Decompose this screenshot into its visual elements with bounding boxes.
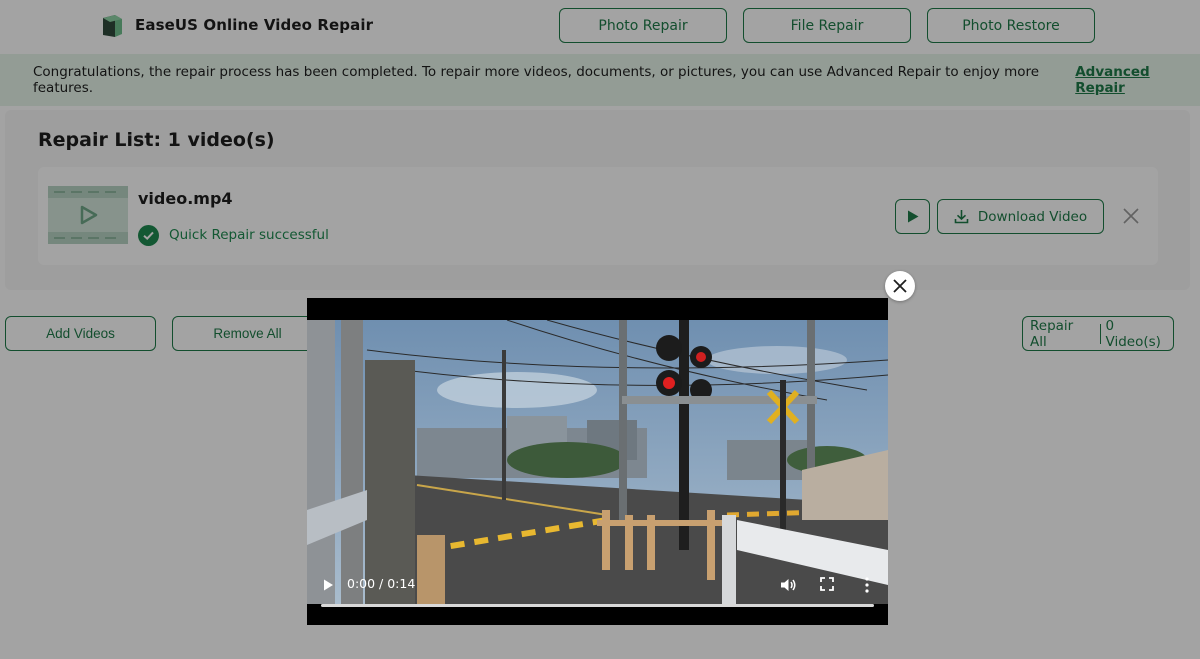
- play-icon[interactable]: [321, 578, 335, 592]
- close-modal-button[interactable]: [885, 271, 915, 301]
- more-vertical-icon[interactable]: [863, 576, 871, 594]
- video-frame[interactable]: [307, 320, 888, 604]
- close-icon: [893, 279, 907, 293]
- volume-icon[interactable]: [779, 576, 797, 594]
- fullscreen-icon[interactable]: [819, 576, 835, 592]
- video-controls: 0:00 / 0:14: [307, 568, 888, 625]
- video-progress-bar[interactable]: [321, 604, 874, 607]
- video-preview-modal: 0:00 / 0:14: [307, 298, 888, 625]
- video-time: 0:00 / 0:14: [347, 576, 416, 591]
